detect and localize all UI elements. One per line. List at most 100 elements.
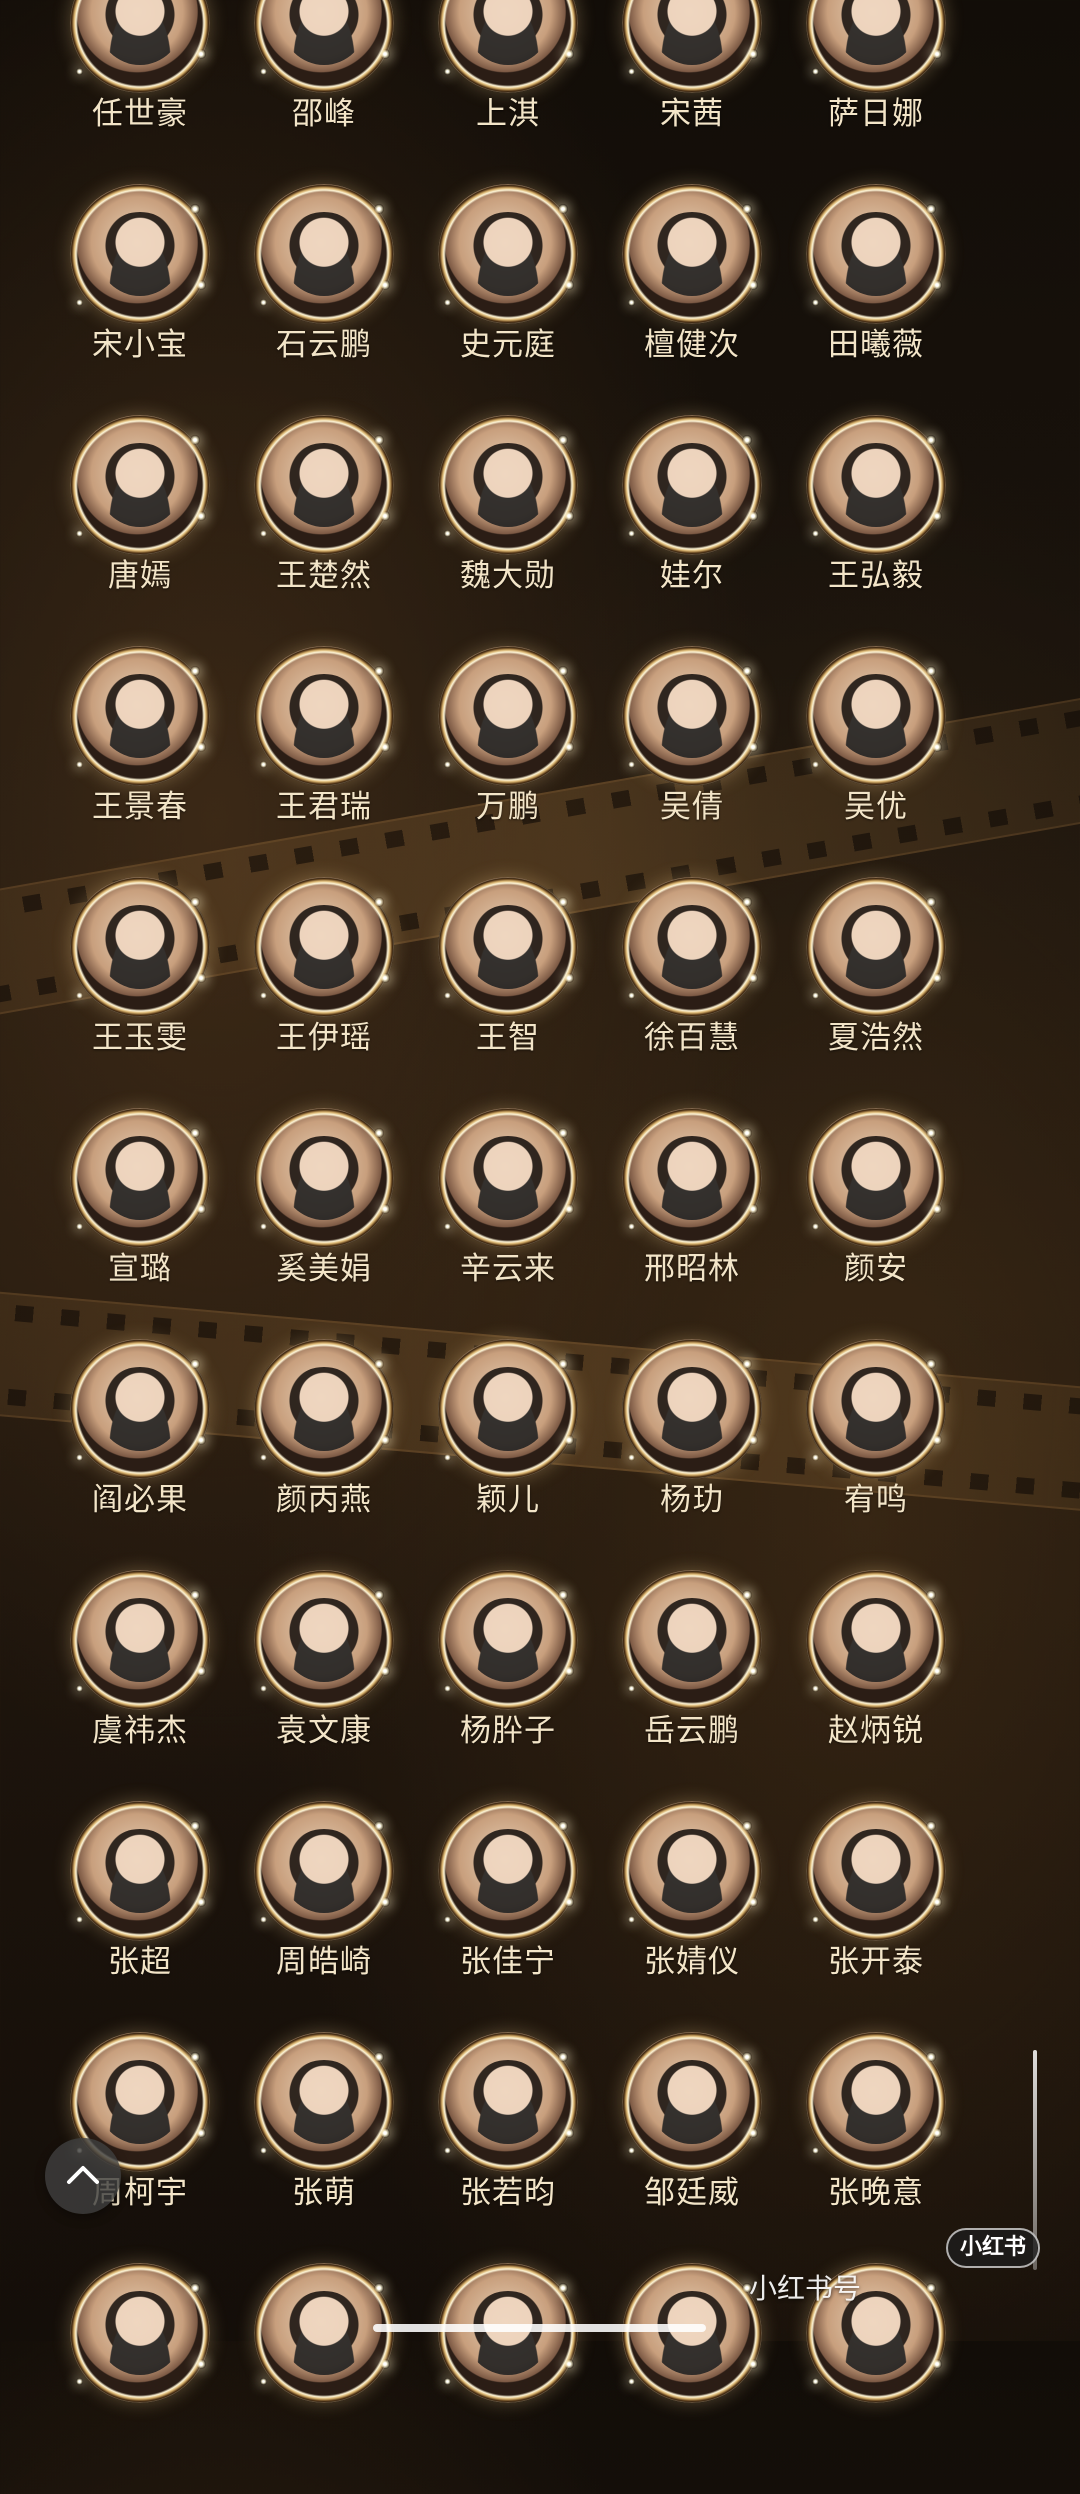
celebrity-card[interactable]: 王楚然 <box>232 415 416 646</box>
avatar <box>70 1801 210 1941</box>
avatar <box>254 2263 394 2403</box>
celebrity-card[interactable]: 虞祎杰 <box>48 1570 232 1801</box>
celebrity-name: 张萌 <box>292 2175 356 2211</box>
celebrity-card[interactable]: 颜安 <box>784 1108 968 1339</box>
celebrity-card[interactable]: 王伊瑶 <box>232 877 416 1108</box>
celebrity-card[interactable]: 张晚意 <box>784 2032 968 2263</box>
celebrity-name: 王景春 <box>92 789 188 825</box>
celebrity-card[interactable]: 上淇 <box>416 0 600 184</box>
avatar <box>622 2263 762 2403</box>
xiaohongshu-watermark: 小红书号 <box>749 2272 862 2305</box>
celebrity-card[interactable]: 万鹏 <box>416 646 600 877</box>
celebrity-name: 虞祎杰 <box>92 1713 188 1749</box>
celebrity-card[interactable]: 颖儿 <box>416 1339 600 1570</box>
celebrity-name: 吴倩 <box>660 789 724 825</box>
avatar <box>254 1339 394 1479</box>
avatar <box>622 646 762 786</box>
celebrity-card[interactable]: 颜丙燕 <box>232 1339 416 1570</box>
back-to-top-button[interactable] <box>45 2138 121 2214</box>
celebrity-card[interactable]: 宥鸣 <box>784 1339 968 1570</box>
celebrity-name: 吴优 <box>844 789 908 825</box>
celebrity-card[interactable] <box>232 2263 416 2494</box>
avatar <box>806 646 946 786</box>
celebrity-card[interactable]: 奚美娟 <box>232 1108 416 1339</box>
celebrity-card[interactable]: 阎必果 <box>48 1339 232 1570</box>
avatar <box>438 1108 578 1248</box>
celebrity-name: 王伊瑶 <box>276 1020 372 1056</box>
avatar <box>622 415 762 555</box>
celebrity-card[interactable]: 辛云来 <box>416 1108 600 1339</box>
celebrity-name: 王智 <box>476 1020 540 1056</box>
avatar <box>622 1108 762 1248</box>
celebrity-card[interactable]: 王君瑞 <box>232 646 416 877</box>
celebrity-name: 阎必果 <box>92 1482 188 1518</box>
celebrity-name: 张超 <box>108 1944 172 1980</box>
avatar <box>70 184 210 324</box>
celebrity-card[interactable]: 徐百慧 <box>600 877 784 1108</box>
celebrity-name: 张晚意 <box>828 2175 924 2211</box>
celebrity-card[interactable]: 王景春 <box>48 646 232 877</box>
celebrity-card[interactable]: 张若昀 <box>416 2032 600 2263</box>
avatar <box>806 877 946 1017</box>
celebrity-name: 杨肸子 <box>460 1713 556 1749</box>
avatar <box>622 1339 762 1479</box>
chevron-up-icon <box>67 2166 99 2184</box>
celebrity-card[interactable]: 王玉雯 <box>48 877 232 1108</box>
avatar <box>70 2263 210 2403</box>
avatar <box>254 1108 394 1248</box>
celebrity-card[interactable]: 宋茜 <box>600 0 784 184</box>
celebrity-card[interactable]: 田曦薇 <box>784 184 968 415</box>
celebrity-card[interactable]: 唐嫣 <box>48 415 232 646</box>
celebrity-card[interactable]: 宣璐 <box>48 1108 232 1339</box>
celebrity-name: 张婧仪 <box>644 1944 740 1980</box>
avatar <box>806 2032 946 2172</box>
celebrity-card[interactable]: 任世豪 <box>48 0 232 184</box>
celebrity-card[interactable]: 萨日娜 <box>784 0 968 184</box>
avatar <box>70 0 210 93</box>
celebrity-card[interactable]: 邵峰 <box>232 0 416 184</box>
celebrity-card[interactable]: 吴优 <box>784 646 968 877</box>
celebrity-card[interactable]: 娃尔 <box>600 415 784 646</box>
avatar <box>438 415 578 555</box>
avatar <box>438 877 578 1017</box>
celebrity-card[interactable]: 张萌 <box>232 2032 416 2263</box>
celebrity-card[interactable]: 王智 <box>416 877 600 1108</box>
celebrity-card[interactable]: 檀健次 <box>600 184 784 415</box>
celebrity-card[interactable]: 岳云鹏 <box>600 1570 784 1801</box>
celebrity-card[interactable]: 张佳宁 <box>416 1801 600 2032</box>
celebrity-name: 萨日娜 <box>828 96 924 132</box>
xiaohongshu-badge: 小红书 <box>946 2228 1041 2268</box>
celebrity-card[interactable]: 杨玏 <box>600 1339 784 1570</box>
celebrity-name: 王楚然 <box>276 558 372 594</box>
celebrity-card[interactable]: 夏浩然 <box>784 877 968 1108</box>
celebrity-card[interactable]: 杨肸子 <box>416 1570 600 1801</box>
celebrity-card[interactable] <box>48 2263 232 2494</box>
celebrity-card[interactable]: 邹廷威 <box>600 2032 784 2263</box>
celebrity-name: 王君瑞 <box>276 789 372 825</box>
home-indicator[interactable] <box>373 2324 706 2332</box>
celebrity-card[interactable]: 吴倩 <box>600 646 784 877</box>
celebrity-card[interactable]: 张开泰 <box>784 1801 968 2032</box>
celebrity-name: 宣璐 <box>108 1251 172 1287</box>
avatar <box>622 1570 762 1710</box>
celebrity-name: 张佳宁 <box>460 1944 556 1980</box>
celebrity-name: 夏浩然 <box>828 1020 924 1056</box>
avatar <box>254 646 394 786</box>
celebrity-card[interactable]: 石云鹏 <box>232 184 416 415</box>
celebrity-card[interactable]: 袁文康 <box>232 1570 416 1801</box>
celebrity-card[interactable]: 邢昭林 <box>600 1108 784 1339</box>
avatar <box>254 184 394 324</box>
celebrity-card[interactable]: 赵炳锐 <box>784 1570 968 1801</box>
avatar <box>806 184 946 324</box>
celebrity-card[interactable]: 王弘毅 <box>784 415 968 646</box>
avatar <box>806 1570 946 1710</box>
celebrity-card[interactable] <box>416 2263 600 2494</box>
celebrity-card[interactable]: 张超 <box>48 1801 232 2032</box>
avatar <box>438 2032 578 2172</box>
celebrity-card[interactable]: 史元庭 <box>416 184 600 415</box>
celebrity-card[interactable]: 宋小宝 <box>48 184 232 415</box>
celebrity-name: 石云鹏 <box>276 327 372 363</box>
celebrity-card[interactable]: 魏大勋 <box>416 415 600 646</box>
celebrity-card[interactable]: 张婧仪 <box>600 1801 784 2032</box>
celebrity-card[interactable]: 周皓崎 <box>232 1801 416 2032</box>
